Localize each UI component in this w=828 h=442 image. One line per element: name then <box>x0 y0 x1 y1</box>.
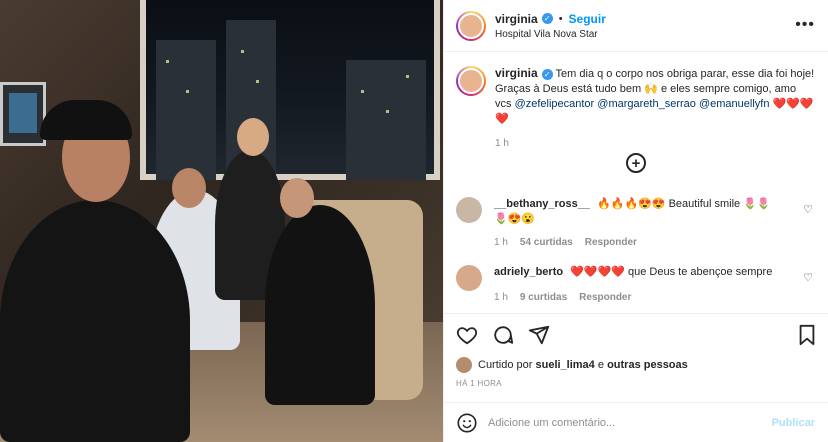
share-icon[interactable] <box>528 324 550 346</box>
liked-by-others[interactable]: outras pessoas <box>607 359 688 371</box>
follow-button[interactable]: Seguir <box>569 12 606 26</box>
bookmark-icon[interactable] <box>797 324 817 346</box>
mention-link[interactable]: @emanuellyfn <box>699 98 769 110</box>
post-photo[interactable] <box>0 0 443 442</box>
photo-person <box>0 200 190 442</box>
caption-username[interactable]: virginia <box>495 66 538 80</box>
post-side-panel: virginia ✓ • Seguir Hospital Vila Nova S… <box>443 0 828 442</box>
separator-dot: • <box>558 12 563 25</box>
comment-likes[interactable]: 54 curtidas <box>520 235 573 250</box>
liked-by-prefix: Curtido por <box>478 359 533 371</box>
comment-avatar[interactable] <box>456 265 482 291</box>
heart-icon[interactable]: ♡ <box>803 203 813 216</box>
heart-icon[interactable]: ♡ <box>803 271 813 284</box>
comment-item: adriely_berto ❤️❤️❤️❤️ que Deus te abenç… <box>456 265 821 305</box>
comment-time: 1 h <box>494 237 508 248</box>
photo-window <box>140 0 440 180</box>
emoji-icon[interactable] <box>456 412 478 434</box>
post-location[interactable]: Hospital Vila Nova Star <box>495 29 606 40</box>
photo-face <box>172 168 206 208</box>
comment-likes[interactable]: 9 curtidas <box>520 290 567 305</box>
mention-link[interactable]: @margareth_serrao <box>597 98 696 110</box>
verified-badge-icon: ✓ <box>541 13 553 24</box>
liked-by-connector: e <box>597 359 604 371</box>
comment-item: __bethany_ross__ 🔥🔥🔥😍😍 Beautiful smile 🌷… <box>456 197 821 250</box>
post-header: virginia ✓ • Seguir Hospital Vila Nova S… <box>444 0 828 52</box>
liked-by-user[interactable]: sueli_lima4 <box>535 359 594 371</box>
caption-time: 1 h <box>495 138 509 149</box>
post-timestamp[interactable]: HÁ 1 HORA <box>456 379 502 388</box>
avatar[interactable] <box>456 10 486 41</box>
liked-by-avatar[interactable] <box>456 357 472 373</box>
comment-text: ❤️❤️❤️❤️ que Deus te abençoe sempre <box>570 266 773 278</box>
post-username[interactable]: virginia <box>495 12 538 26</box>
comment-username[interactable]: __bethany_ross__ <box>494 198 590 210</box>
photo-face <box>237 118 269 156</box>
caption-avatar[interactable] <box>456 66 486 96</box>
verified-badge-icon: ✓ <box>541 69 553 80</box>
photo-face <box>280 178 314 218</box>
photo-person <box>265 205 375 405</box>
mention-link[interactable]: @zefelipecantor <box>515 98 595 110</box>
reply-button[interactable]: Responder <box>585 235 637 250</box>
comment-avatar[interactable] <box>456 197 482 223</box>
liked-by: Curtido por sueli_lima4 e outras pessoas <box>456 357 688 373</box>
load-more-comments-button[interactable]: + <box>626 153 646 173</box>
reply-button[interactable]: Responder <box>579 290 631 305</box>
photo-monitor <box>0 82 46 146</box>
add-comment-bar: Publicar <box>444 402 828 442</box>
comment-input[interactable] <box>488 416 758 429</box>
post-caption: virginia ✓ Tem dia q o corpo nos obriga p… <box>456 66 816 151</box>
post-actions: Curtido por sueli_lima4 e outras pessoas… <box>444 313 828 393</box>
comment-username[interactable]: adriely_berto <box>494 266 563 278</box>
comment-time: 1 h <box>494 292 508 303</box>
more-horizontal-icon[interactable]: ••• <box>795 16 815 34</box>
heart-icon[interactable] <box>456 324 478 346</box>
publish-button[interactable]: Publicar <box>772 417 815 429</box>
comment-icon[interactable] <box>492 324 514 346</box>
